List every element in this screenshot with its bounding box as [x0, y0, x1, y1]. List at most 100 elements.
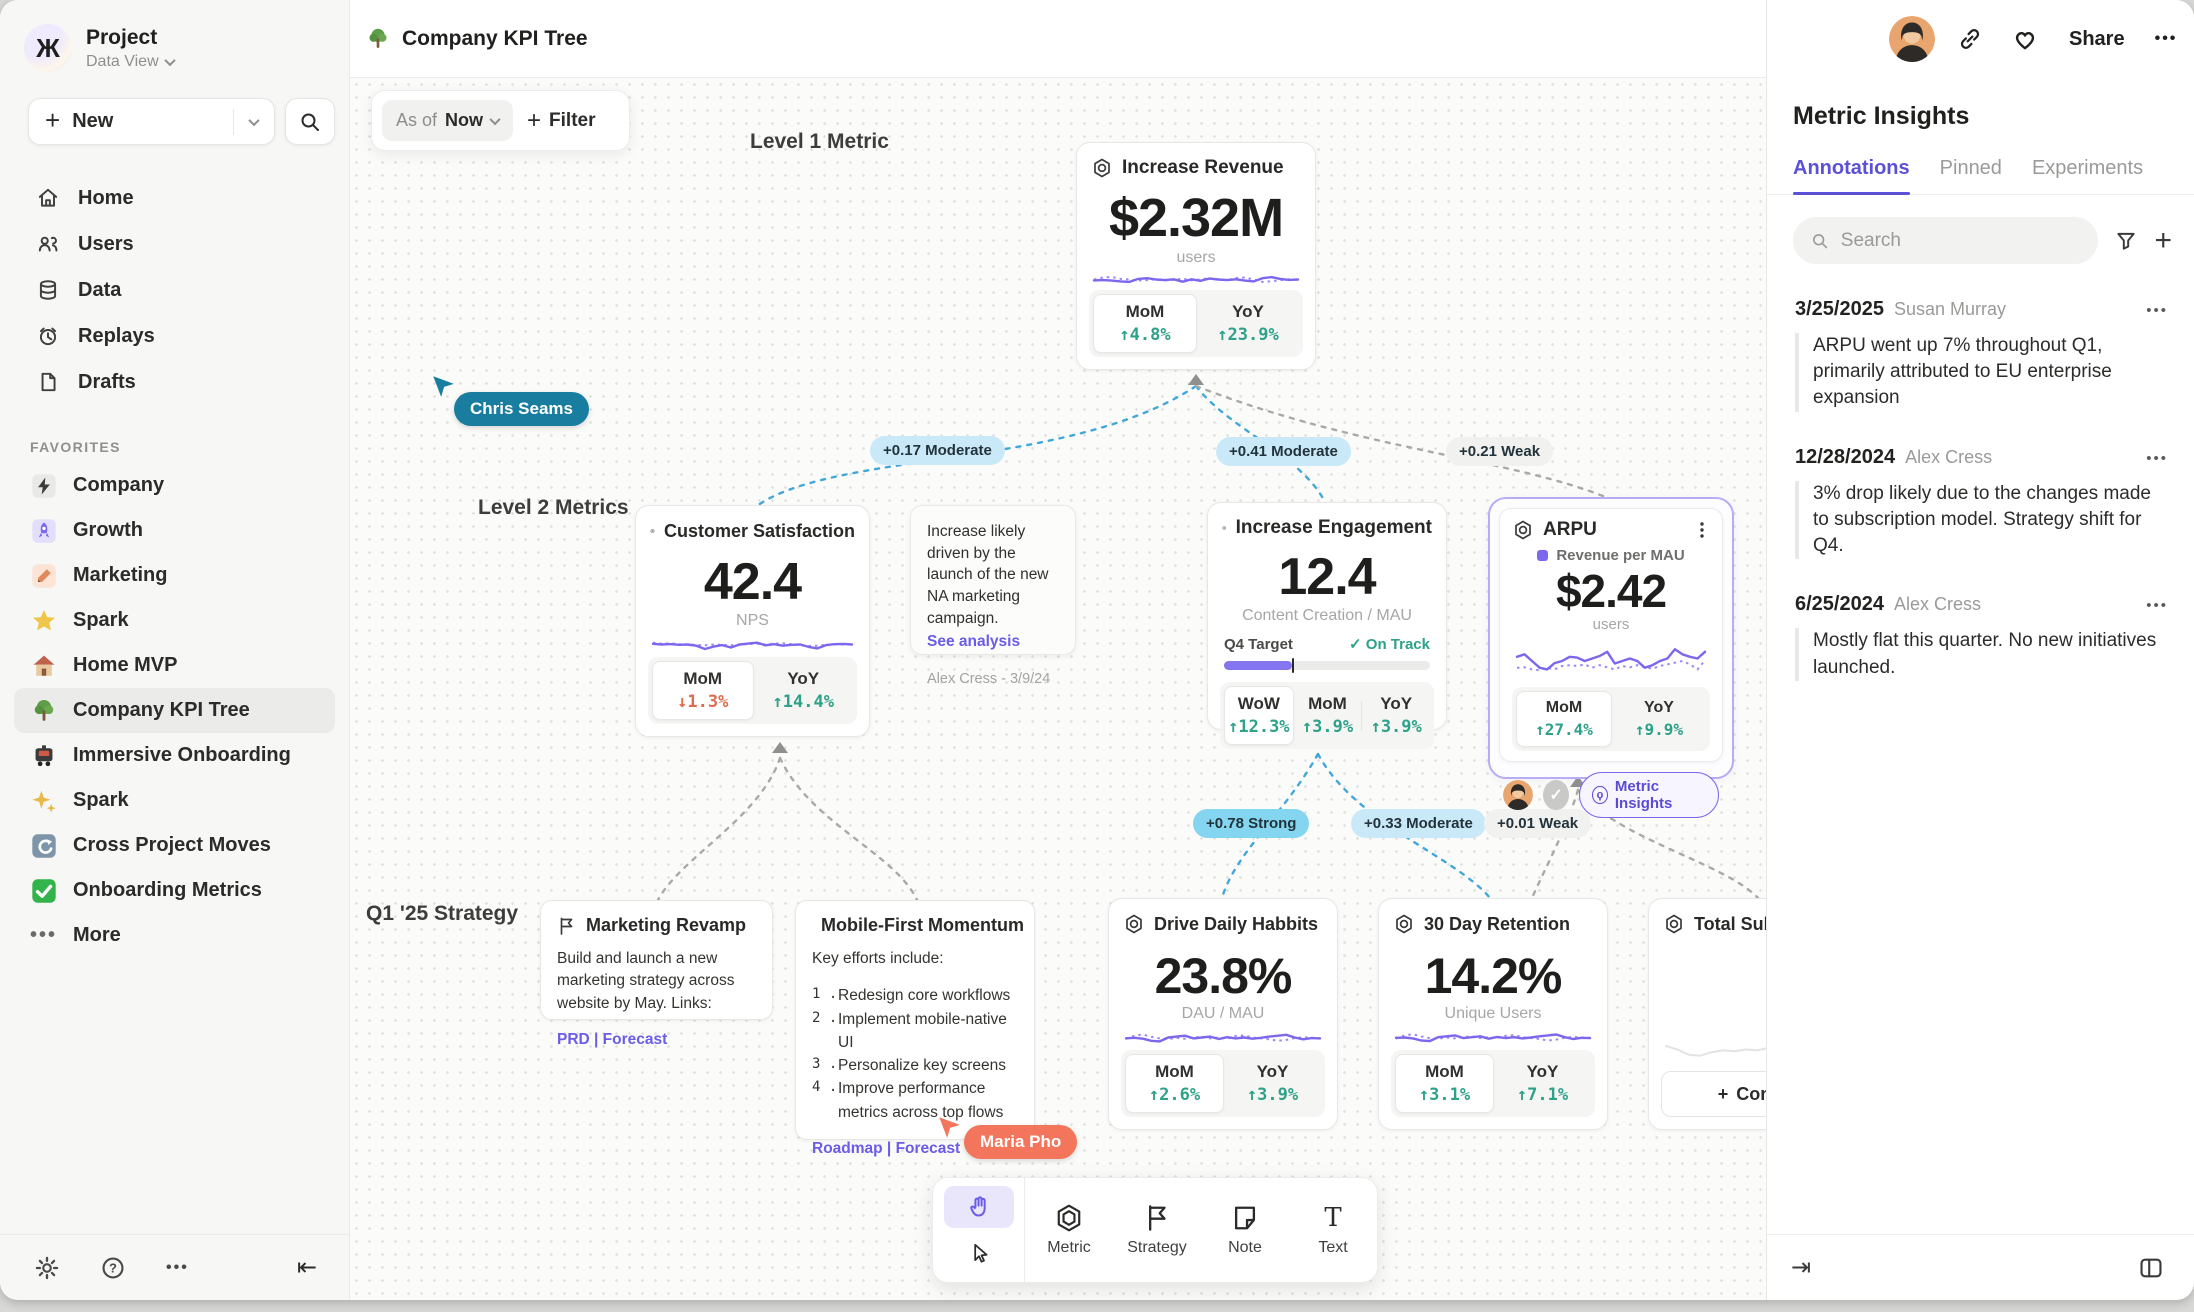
- metric-card-customer-satisfaction[interactable]: Customer Satisfaction 42.4 NPS MoM↓1.3% …: [635, 505, 870, 737]
- select-tool[interactable]: [944, 1232, 1014, 1274]
- series-legend: Revenue per MAU: [1512, 547, 1710, 564]
- metric-card-30-day-retention[interactable]: 30 Day Retention 14.2% Unique Users MoM↑…: [1378, 898, 1608, 1130]
- favorite-spark-2[interactable]: Spark: [14, 778, 335, 823]
- favorite-onboarding-metrics[interactable]: Onboarding Metrics: [14, 868, 335, 913]
- home-icon: [36, 186, 60, 210]
- add-annotation-icon[interactable]: +: [2154, 226, 2172, 256]
- see-analysis-link[interactable]: See analysis: [927, 631, 1059, 653]
- swirl-icon: [30, 832, 57, 859]
- metric-unit: NPS: [648, 612, 857, 630]
- metric-value: 12.4: [1220, 551, 1434, 603]
- stat-yoy: YoY↑3.9%: [1362, 687, 1430, 744]
- sidebar-item-users[interactable]: Users: [0, 221, 349, 267]
- tool-text[interactable]: T Text: [1289, 1178, 1377, 1282]
- tab-annotations[interactable]: Annotations: [1793, 157, 1910, 194]
- metric-card-drive-daily-habbits[interactable]: Drive Daily Habbits 23.8% DAU / MAU MoM↑…: [1108, 898, 1338, 1130]
- sidebar-item-drafts[interactable]: Drafts: [0, 359, 349, 405]
- metric-card-increase-engagement[interactable]: Increase Engagement 12.4 Content Creatio…: [1207, 502, 1447, 730]
- kebab-menu-icon[interactable]: [1694, 521, 1710, 539]
- metric-insights-badge[interactable]: ϙ Metric Insights: [1579, 772, 1719, 818]
- strategy-card-marketing-revamp[interactable]: Marketing Revamp Build and launch a new …: [540, 900, 773, 1020]
- sidebar-footer: ? ••• ⇤: [0, 1234, 349, 1300]
- favorite-home-mvp[interactable]: Home MVP: [14, 643, 335, 688]
- annotation-item[interactable]: 12/28/2024 Alex Cress ••• 3% drop likely…: [1767, 412, 2194, 560]
- tab-pinned[interactable]: Pinned: [1940, 157, 2002, 194]
- connect-metric-button[interactable]: +Connect: [1661, 1071, 1766, 1117]
- metric-unit: users: [1089, 249, 1303, 267]
- sidebar-item-home[interactable]: Home: [0, 175, 349, 221]
- favorites-more[interactable]: ••• More: [14, 913, 335, 958]
- copy-link-icon[interactable]: [1957, 26, 1983, 52]
- favorite-immersive-onboarding[interactable]: Immersive Onboarding: [14, 733, 335, 778]
- train-icon: [30, 742, 57, 769]
- ellipsis-icon: •••: [30, 922, 57, 949]
- strategy-links[interactable]: PRD | Forecast: [557, 1031, 756, 1049]
- filter-funnel-icon[interactable]: [2114, 229, 2138, 253]
- workspace-switcher[interactable]: Ж Project Data View: [0, 0, 349, 72]
- favorite-heart-icon[interactable]: [2011, 25, 2039, 53]
- favorite-company-kpi-tree[interactable]: Company KPI Tree: [14, 688, 335, 733]
- layout-columns-icon[interactable]: [2138, 1255, 2164, 1281]
- settings-gear-icon[interactable]: [34, 1255, 60, 1281]
- tool-strategy[interactable]: Strategy: [1113, 1178, 1201, 1282]
- sparkline: [1514, 637, 1708, 685]
- strategy-card-mobile-first[interactable]: Mobile-First Momentum Key efforts includ…: [795, 900, 1035, 1140]
- metric-card-arpu-selected[interactable]: ARPU Revenue per MAU $2.42 users MoM↑27.…: [1488, 497, 1734, 779]
- stat-yoy: YoY↑7.1%: [1494, 1055, 1591, 1112]
- top-right-bar: Share •••: [1766, 0, 2194, 78]
- metric-value: 23.8%: [1121, 951, 1325, 1001]
- metric-value: 42.4: [648, 556, 857, 608]
- cursor-chris: [430, 373, 456, 399]
- as-of-selector[interactable]: As of Now: [382, 100, 513, 141]
- tool-metric[interactable]: Metric: [1025, 1178, 1113, 1282]
- strategy-label: Q1 '25 Strategy: [366, 902, 518, 926]
- text-icon: T: [1318, 1203, 1348, 1233]
- favorite-marketing[interactable]: Marketing: [14, 553, 335, 598]
- search-input[interactable]: [1841, 230, 2081, 252]
- annotation-item[interactable]: 3/25/2025 Susan Murray ••• ARPU went up …: [1767, 264, 2194, 412]
- favorite-growth[interactable]: Growth: [14, 508, 335, 553]
- user-avatar[interactable]: [1889, 16, 1935, 62]
- stat-yoy: YoY↑14.4%: [754, 662, 854, 719]
- collapse-panel-icon[interactable]: ⇥: [1791, 1253, 1811, 1282]
- metric-card-increase-revenue[interactable]: Increase Revenue $2.32M users MoM↑4.8% Y…: [1076, 142, 1316, 370]
- metric-hexagon-icon: [1123, 913, 1145, 935]
- metric-hexagon-icon: [1663, 913, 1685, 935]
- hand-tool[interactable]: [944, 1186, 1014, 1228]
- kpi-tree-canvas[interactable]: As of Now + Filter Level 1 Metric Level …: [350, 78, 1766, 1300]
- stat-mom: MoM↓1.3%: [652, 661, 754, 720]
- metric-hexagon-icon: [1222, 517, 1227, 539]
- workspace-logo: Ж: [24, 24, 72, 72]
- more-menu-icon[interactable]: •••: [2155, 30, 2178, 48]
- search-button[interactable]: [285, 98, 335, 145]
- favorite-company[interactable]: Company: [14, 463, 335, 508]
- svg-text:T: T: [1324, 1203, 1342, 1233]
- annotation-menu-icon[interactable]: •••: [2146, 597, 2168, 614]
- sidebar-item-replays[interactable]: Replays: [0, 313, 349, 359]
- new-button[interactable]: + New: [28, 98, 275, 145]
- new-dropdown-button[interactable]: [234, 118, 274, 126]
- metric-value: $2.42: [1512, 568, 1710, 614]
- metric-card-total-subscriptions[interactable]: Total Subscriptions +Connect: [1648, 898, 1766, 1130]
- panel-title: Metric Insights: [1767, 78, 2194, 131]
- edge-label: +0.33 Moderate: [1351, 809, 1486, 838]
- favorite-cross-project-moves[interactable]: Cross Project Moves: [14, 823, 335, 868]
- annotation-menu-icon[interactable]: •••: [2146, 302, 2168, 319]
- sidebar-item-data[interactable]: Data: [0, 267, 349, 313]
- add-filter-button[interactable]: + Filter: [527, 107, 595, 135]
- legend-swatch: [1537, 550, 1548, 561]
- tool-note[interactable]: Note: [1201, 1178, 1289, 1282]
- annotation-menu-icon[interactable]: •••: [2146, 450, 2168, 467]
- cursor-maria: [936, 1114, 962, 1140]
- search-icon: [299, 111, 321, 133]
- annotation-search[interactable]: [1793, 217, 2098, 264]
- canvas-note-card[interactable]: Increase likely driven by the launch of …: [910, 505, 1076, 655]
- annotation-item[interactable]: 6/25/2024 Alex Cress ••• Mostly flat thi…: [1767, 559, 2194, 680]
- favorite-spark[interactable]: Spark: [14, 598, 335, 643]
- share-button[interactable]: Share: [2069, 28, 2125, 51]
- collapse-sidebar-icon[interactable]: ⇤: [297, 1253, 317, 1282]
- more-menu-icon[interactable]: •••: [166, 1259, 189, 1277]
- tab-experiments[interactable]: Experiments: [2032, 157, 2143, 194]
- help-icon[interactable]: ?: [100, 1255, 126, 1281]
- workspace-name: Project: [86, 26, 174, 50]
